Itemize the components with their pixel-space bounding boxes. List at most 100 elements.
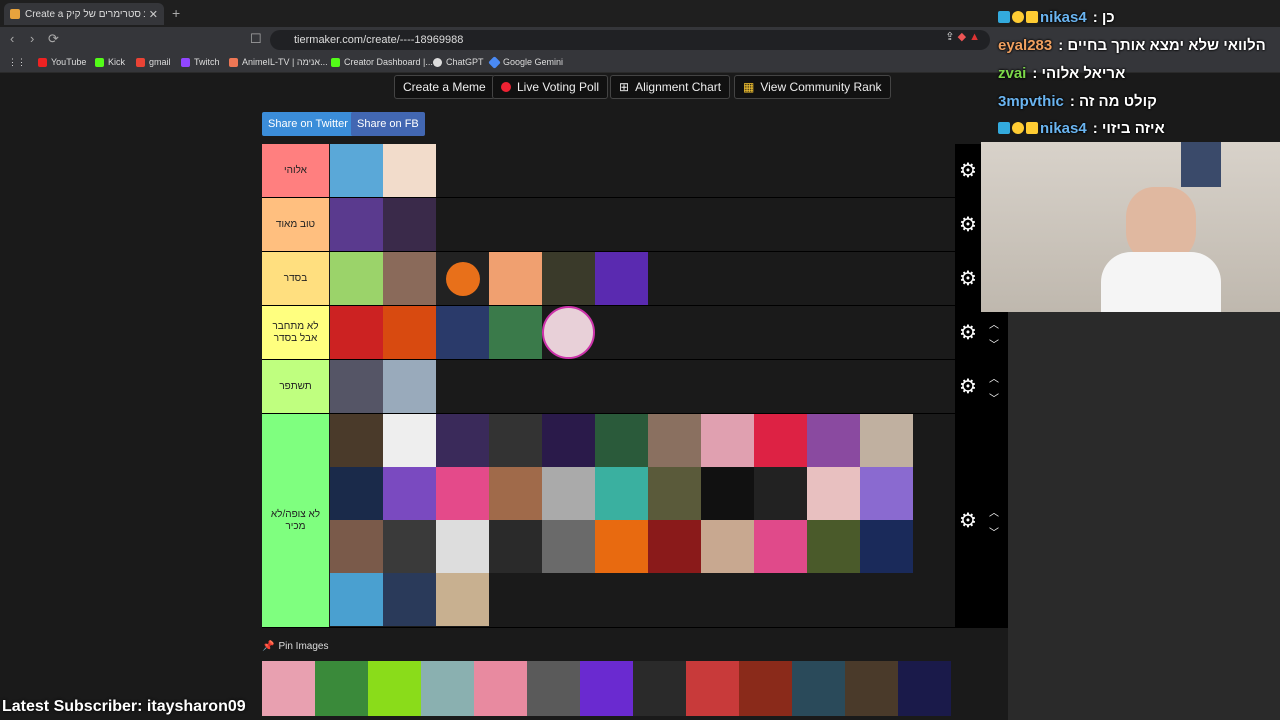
bookmark-chatgpt[interactable]: ChatGPT [433,57,484,67]
streamer-thumbnail[interactable] [383,467,436,520]
streamer-thumbnail[interactable] [383,306,436,359]
streamer-thumbnail[interactable] [330,520,383,573]
pin-thumbnail[interactable] [792,661,845,716]
forward-icon[interactable]: › [30,31,34,46]
streamer-thumbnail[interactable] [807,414,860,467]
tier-label[interactable]: תשתפר [262,360,329,413]
streamer-thumbnail[interactable] [807,467,860,520]
streamer-thumbnail[interactable] [595,252,648,305]
streamer-thumbnail[interactable] [436,573,489,626]
streamer-thumbnail[interactable] [330,144,383,197]
pin-thumbnail[interactable] [580,661,633,716]
streamer-thumbnail[interactable] [330,306,383,359]
move-down-icon[interactable]: ﹀ [989,524,999,539]
streamer-thumbnail[interactable] [436,252,489,305]
streamer-thumbnail[interactable] [754,467,807,520]
pin-thumbnail[interactable] [474,661,527,716]
move-up-icon[interactable]: ︿ [989,504,999,519]
bookmark-gmail[interactable]: gmail [136,57,171,67]
new-tab-icon[interactable]: + [172,5,180,21]
tier-label[interactable]: לא מתחבר אבל בסדר [262,306,329,359]
pin-thumbnail[interactable] [898,661,951,716]
streamer-thumbnail[interactable] [489,467,542,520]
streamer-thumbnail[interactable] [330,360,383,413]
streamer-thumbnail[interactable] [648,520,701,573]
streamer-thumbnail[interactable] [489,306,542,359]
bookmark-kick[interactable]: Kick [95,57,125,67]
gear-icon[interactable]: ⚙ [959,508,977,533]
pin-thumbnail[interactable] [368,661,421,716]
bookmark-gemini[interactable]: Google Gemini [488,55,563,69]
pin-thumbnail[interactable] [633,661,686,716]
alignment-chart-button[interactable]: ⊞ Alignment Chart [610,75,731,99]
bookmark-youtube[interactable]: YouTube [38,57,86,67]
streamer-thumbnail[interactable] [860,467,913,520]
streamer-thumbnail[interactable] [542,467,595,520]
pin-thumbnail[interactable] [262,661,315,716]
streamer-thumbnail[interactable] [436,306,489,359]
browser-tab[interactable]: Create a ריגוע סטרימרים של קיק ✕ [4,3,164,25]
apps-icon[interactable]: ⋮⋮ [8,57,26,68]
move-down-icon[interactable]: ﹀ [989,336,999,351]
gear-icon[interactable]: ⚙ [959,212,977,237]
streamer-thumbnail[interactable] [330,252,383,305]
streamer-thumbnail[interactable] [595,467,648,520]
streamer-thumbnail[interactable] [542,414,595,467]
tier-label[interactable]: לא צופה/לא מכיר [262,414,329,627]
pin-thumbnail[interactable] [527,661,580,716]
streamer-thumbnail[interactable] [648,414,701,467]
gear-icon[interactable]: ⚙ [959,320,977,345]
pin-thumbnail[interactable] [421,661,474,716]
streamer-thumbnail[interactable] [383,144,436,197]
brave-shield-icon[interactable]: ◆ [958,31,966,43]
streamer-thumbnail[interactable] [860,520,913,573]
streamer-thumbnail[interactable] [330,198,383,251]
move-down-icon[interactable]: ﹀ [989,390,999,405]
tier-label[interactable]: אלוהי [262,144,329,197]
live-voting-button[interactable]: Live Voting Poll [492,75,609,99]
streamer-thumbnail[interactable] [754,414,807,467]
streamer-thumbnail[interactable] [489,414,542,467]
streamer-thumbnail[interactable] [648,467,701,520]
share-fb-button[interactable]: Share on FB [351,112,425,136]
streamer-thumbnail[interactable] [754,520,807,573]
streamer-thumbnail[interactable] [701,520,754,573]
streamer-thumbnail[interactable] [330,573,383,626]
streamer-thumbnail[interactable] [595,520,648,573]
streamer-thumbnail[interactable] [807,520,860,573]
close-tab-icon[interactable]: ✕ [149,8,158,21]
share-twitter-button[interactable]: Share on Twitter [262,112,354,136]
back-icon[interactable]: ‹ [10,31,14,46]
pin-thumbnail[interactable] [739,661,792,716]
streamer-thumbnail[interactable] [383,360,436,413]
streamer-thumbnail[interactable] [383,198,436,251]
streamer-thumbnail[interactable] [436,414,489,467]
streamer-thumbnail[interactable] [383,414,436,467]
streamer-thumbnail[interactable] [489,520,542,573]
create-meme-button[interactable]: Create a Meme [394,75,495,99]
streamer-thumbnail[interactable] [595,414,648,467]
streamer-thumbnail[interactable] [383,573,436,626]
bookmark-twitch[interactable]: Twitch [181,57,220,67]
streamer-thumbnail[interactable] [489,252,542,305]
streamer-thumbnail[interactable] [542,520,595,573]
pin-thumbnail[interactable] [951,661,1004,716]
address-bar[interactable]: tiermaker.com/create/----18969988 [270,30,990,50]
tier-label[interactable]: בסדר [262,252,329,305]
streamer-thumbnail[interactable] [701,467,754,520]
reload-icon[interactable]: ⟳ [48,31,59,47]
streamer-thumbnail[interactable] [542,252,595,305]
pin-thumbnail[interactable] [686,661,739,716]
streamer-thumbnail[interactable] [330,467,383,520]
bookmark-creator-dashboard[interactable]: Creator Dashboard |... [331,57,433,67]
tier-label[interactable]: טוב מאוד [262,198,329,251]
bookmark-icon[interactable]: ☐ [250,31,262,47]
move-up-icon[interactable]: ︿ [989,316,999,331]
share-icon[interactable]: ⇪ [945,31,954,43]
streamer-thumbnail[interactable] [860,414,913,467]
community-rank-button[interactable]: ▦ View Community Rank [734,75,891,99]
gear-icon[interactable]: ⚙ [959,374,977,399]
pin-thumbnail[interactable] [845,661,898,716]
streamer-thumbnail[interactable] [436,520,489,573]
streamer-thumbnail[interactable] [383,520,436,573]
